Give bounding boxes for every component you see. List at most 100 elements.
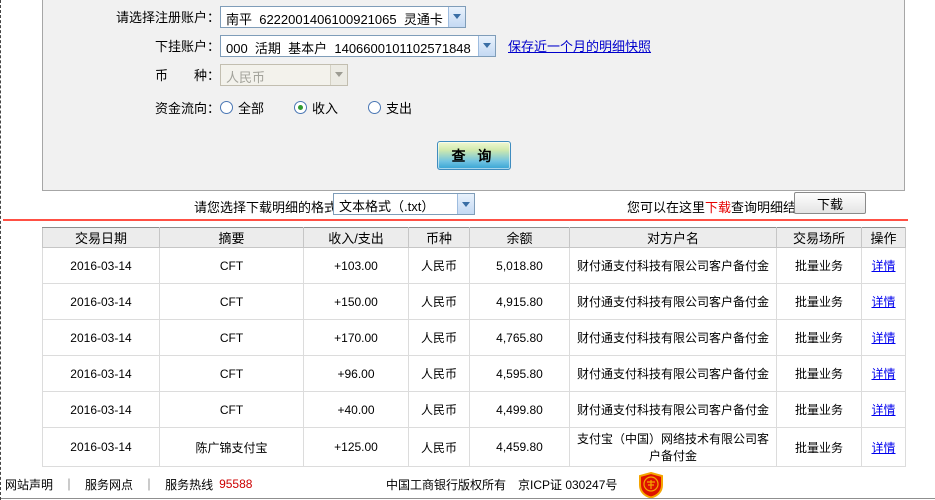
cell-venue: 批量业务 (776, 247, 862, 284)
download-format-select[interactable]: 文本格式（.txt） (333, 193, 475, 215)
flow-radio-group: 全部 收入 支出 (220, 98, 442, 117)
cell-amount: +96.00 (303, 355, 409, 392)
sub-account-row: 下挂账户： 000 活期 基本户 1406600101102571848 保存近… (43, 34, 904, 57)
table-row: 2016-03-14 CFT +150.00 人民币 4,915.80 财付通支… (42, 283, 906, 320)
detail-link[interactable]: 详情 (871, 331, 895, 345)
cell-balance: 5,018.80 (469, 247, 570, 284)
chevron-down-icon (330, 64, 347, 85)
flow-label: 资金流向： (154, 101, 220, 116)
table-row: 2016-03-14 CFT +170.00 人民币 4,765.80 财付通支… (42, 319, 906, 356)
cell-summary: CFT (159, 355, 304, 392)
header-currency: 币种 (408, 227, 470, 248)
header-action: 操作 (861, 227, 906, 248)
cell-currency: 人民币 (408, 319, 470, 356)
download-text-link[interactable]: 下载 (705, 200, 731, 215)
currency-select: 人民币 (220, 63, 348, 86)
cell-summary: CFT (159, 391, 304, 428)
cell-venue: 批量业务 (776, 283, 862, 320)
header-date: 交易日期 (42, 227, 160, 248)
chevron-down-icon (457, 194, 474, 214)
radio-icon (368, 101, 382, 114)
detail-link[interactable]: 详情 (871, 295, 895, 309)
cell-balance: 4,459.80 (469, 427, 570, 467)
cell-summary: CFT (159, 319, 304, 356)
header-balance: 余额 (469, 227, 570, 248)
footer-separator: ｜ (63, 477, 76, 492)
cell-venue: 批量业务 (776, 391, 862, 428)
download-format-label: 请您选择下载明细的格式 (194, 200, 338, 215)
cell-balance: 4,765.80 (469, 319, 570, 356)
cell-date: 2016-03-14 (42, 427, 160, 467)
security-shield-icon (639, 472, 663, 498)
cell-date: 2016-03-14 (42, 319, 160, 356)
download-hint: 您可以在这里下载查询明细结果 (627, 197, 809, 216)
cell-balance: 4,915.80 (469, 283, 570, 320)
download-hint-prefix: 您可以在这里 (627, 200, 706, 215)
download-format-value: 文本格式（.txt） (339, 199, 435, 214)
query-button[interactable]: 查 询 (436, 141, 511, 170)
radio-checked-icon (294, 101, 308, 114)
cell-venue: 批量业务 (776, 355, 862, 392)
save-snapshot-link[interactable]: 保存近一个月的明细快照 (508, 36, 651, 55)
sub-account-select[interactable]: 000 活期 基本户 1406600101102571848 (220, 34, 496, 57)
cell-amount: +170.00 (303, 319, 409, 356)
transactions-table: 交易日期 摘要 收入/支出 币种 余额 对方户名 交易场所 操作 2016-03… (42, 227, 906, 467)
footer-separator: ｜ (143, 477, 156, 492)
detail-link[interactable]: 详情 (871, 367, 895, 381)
table-row: 2016-03-14 CFT +103.00 人民币 5,018.80 财付通支… (42, 247, 906, 284)
cell-currency: 人民币 (408, 427, 470, 467)
download-bar: 请您选择下载明细的格式 文本格式（.txt） 您可以在这里下载查询明细结果 下载 (1, 192, 935, 218)
header-summary: 摘要 (159, 227, 304, 248)
copyright-text: 中国工商银行版权所有 京ICP证 030247号 (386, 477, 618, 492)
header-amount: 收入/支出 (303, 227, 409, 248)
query-form-panel: 请选择注册账户： 南平 6222001406100921065 灵通卡 下挂账户… (42, 0, 905, 191)
register-account-select[interactable]: 南平 6222001406100921065 灵通卡 (220, 5, 466, 28)
chevron-down-icon (448, 6, 465, 27)
cell-date: 2016-03-14 (42, 283, 160, 320)
query-button-row: 查 询 (43, 141, 904, 170)
cell-counterparty: 支付宝（中国）网络技术有限公司客户备付金 (569, 427, 777, 467)
radio-flow-expense-label: 支出 (386, 101, 413, 116)
cell-counterparty: 财付通支付科技有限公司客户备付金 (569, 283, 777, 320)
cell-venue: 批量业务 (776, 319, 862, 356)
hotline-number: 95588 (219, 477, 253, 491)
currency-row: 币 种： 人民币 (43, 63, 904, 86)
footer: 网站声明 ｜ 服务网点 ｜ 服务热线 95588 中国工商银行版权所有 京ICP… (1, 470, 935, 499)
page: 请选择注册账户： 南平 6222001406100921065 灵通卡 下挂账户… (0, 0, 935, 500)
detail-link[interactable]: 详情 (871, 441, 895, 455)
cell-date: 2016-03-14 (42, 247, 160, 284)
download-button[interactable]: 下载 (794, 192, 866, 214)
chevron-down-icon (478, 35, 495, 56)
footer-link-statement[interactable]: 网站声明 (5, 476, 53, 493)
cell-amount: +103.00 (303, 247, 409, 284)
cell-currency: 人民币 (408, 247, 470, 284)
radio-flow-all[interactable]: 全部 (220, 98, 264, 117)
radio-flow-income[interactable]: 收入 (294, 98, 338, 117)
cell-currency: 人民币 (408, 283, 470, 320)
currency-value: 人民币 (226, 69, 266, 85)
table-row: 2016-03-14 陈广锦支付宝 +125.00 人民币 4,459.80 支… (42, 427, 906, 467)
radio-flow-expense[interactable]: 支出 (368, 98, 412, 117)
cell-balance: 4,499.80 (469, 391, 570, 428)
flow-row: 资金流向： 全部 收入 支出 (43, 96, 904, 119)
table-header-row: 交易日期 摘要 收入/支出 币种 余额 对方户名 交易场所 操作 (42, 227, 906, 248)
currency-label: 币 种： (154, 68, 220, 83)
detail-link[interactable]: 详情 (871, 403, 895, 417)
cell-date: 2016-03-14 (42, 355, 160, 392)
cell-date: 2016-03-14 (42, 391, 160, 428)
radio-icon (220, 101, 233, 114)
table-row: 2016-03-14 CFT +40.00 人民币 4,499.80 财付通支付… (42, 391, 906, 428)
cell-amount: +125.00 (303, 427, 409, 467)
footer-link-branches[interactable]: 服务网点 (85, 476, 133, 493)
register-account-row: 请选择注册账户： 南平 6222001406100921065 灵通卡 (43, 5, 904, 28)
cell-counterparty: 财付通支付科技有限公司客户备付金 (569, 247, 777, 284)
red-divider (3, 219, 908, 221)
detail-link[interactable]: 详情 (871, 259, 895, 273)
cell-summary: CFT (159, 283, 304, 320)
cell-summary: CFT (159, 247, 304, 284)
register-account-value: 南平 6222001406100921065 灵通卡 (226, 11, 443, 27)
footer-links: 网站声明 ｜ 服务网点 ｜ 服务热线 95588 (5, 476, 252, 493)
radio-flow-all-label: 全部 (238, 101, 265, 116)
hotline-label: 服务热线 (165, 477, 214, 492)
sub-account-label: 下挂账户： (154, 39, 220, 54)
